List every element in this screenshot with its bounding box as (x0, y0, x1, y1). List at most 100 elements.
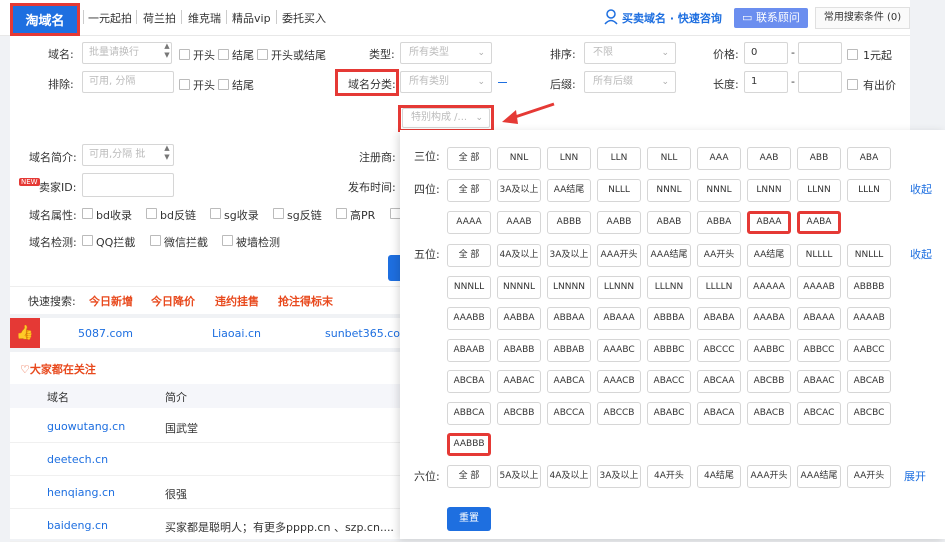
intro-input[interactable]: 可用,分隔 批 (82, 144, 174, 166)
length-min-input[interactable]: 1 (744, 71, 788, 93)
option-four-button[interactable]: ABAB (647, 210, 691, 234)
contact-consultant-button[interactable]: ▭ 联系顾问 (734, 8, 808, 28)
price-max-input[interactable] (798, 42, 842, 64)
option-six-button[interactable]: AAA结尾 (797, 465, 841, 488)
option-five-button[interactable]: AAABA (747, 307, 791, 330)
option-four-button[interactable]: AAAA (447, 210, 491, 234)
option-four-button[interactable]: LNNN (747, 179, 791, 202)
option-five-button[interactable]: ABBBB (847, 275, 891, 299)
option-three-button[interactable]: AAB (747, 147, 791, 170)
option-five-button[interactable]: AAA结尾 (647, 244, 691, 267)
option-five-button[interactable]: AAAAB (847, 307, 891, 330)
option-five-button[interactable]: ABCCB (597, 401, 641, 425)
has-price-checkbox[interactable] (847, 79, 858, 90)
expand-six-link[interactable]: 展开 (904, 468, 926, 484)
option-five-button[interactable]: ABACB (747, 401, 791, 425)
option-five-button[interactable]: AA结尾 (747, 244, 791, 267)
option-four-button[interactable]: 全 部 (447, 179, 491, 202)
option-five-button[interactable]: AABCC (847, 338, 891, 362)
nav-one-yuan[interactable]: 一元起拍 (88, 10, 132, 26)
option-five-button[interactable]: ABCBA (447, 370, 491, 393)
category-select[interactable]: 所有类别 ⌄ (400, 71, 492, 93)
option-five-button[interactable]: ABABB (497, 338, 541, 362)
option-four-button[interactable]: NNNL (647, 179, 691, 202)
row-domain[interactable]: baideng.cn (47, 519, 108, 532)
option-four-button[interactable]: ABAA (747, 210, 791, 234)
nav-premium-vip[interactable]: 精品vip (232, 10, 271, 26)
search-button[interactable] (388, 255, 400, 281)
option-six-button[interactable]: 4A开头 (647, 465, 691, 488)
option-five-button[interactable]: ABAAA (597, 307, 641, 330)
option-five-button[interactable]: ABCAC (797, 401, 841, 425)
sg-index-checkbox[interactable] (210, 208, 221, 219)
wechat-block-checkbox[interactable] (150, 235, 161, 246)
option-five-button[interactable]: AABBA (497, 307, 541, 330)
bd-index-checkbox[interactable] (82, 208, 93, 219)
option-five-button[interactable]: AAACB (597, 370, 641, 393)
row-domain[interactable]: deetech.cn (47, 453, 108, 466)
option-four-button[interactable]: LLLN (847, 179, 891, 202)
option-four-button[interactable]: ABBB (547, 210, 591, 234)
domain-input[interactable]: 批量请换行 (82, 42, 172, 64)
option-five-button[interactable]: ABAAA (797, 307, 841, 330)
option-five-button[interactable]: 全 部 (447, 244, 491, 267)
collapse-five-link[interactable]: 收起 (910, 246, 932, 262)
buy-sell-consult-text[interactable]: 买卖域名 · 快速咨询 (622, 10, 722, 26)
option-five-button[interactable]: ABABA (697, 307, 741, 330)
option-five-button[interactable]: LLLNN (647, 275, 691, 299)
gfw-check-checkbox[interactable] (222, 235, 233, 246)
one-yuan-checkbox[interactable] (847, 49, 858, 60)
quick-today-price-drop[interactable]: 今日降价 (151, 293, 195, 309)
option-three-button[interactable]: NNL (497, 147, 541, 170)
row-domain[interactable]: henqiang.cn (47, 486, 115, 499)
option-five-button[interactable]: AAA开头 (597, 244, 641, 267)
quick-default-resale[interactable]: 违约挂售 (215, 293, 259, 309)
option-four-button[interactable]: AABB (597, 210, 641, 234)
special-composition-select[interactable]: 特别构成 /... ⌄ (402, 108, 490, 128)
sort-select[interactable]: 不限 ⌄ (584, 42, 676, 64)
option-six-button[interactable]: 全 部 (447, 465, 491, 488)
option-six-button[interactable]: AAA开头 (747, 465, 791, 488)
qq-block-checkbox[interactable] (82, 235, 93, 246)
option-five-button[interactable]: ABBCC (797, 338, 841, 362)
option-five-button[interactable]: AAABC (597, 338, 641, 362)
option-five-button[interactable]: AAAAB (797, 275, 841, 299)
option-five-button[interactable]: ABABC (647, 401, 691, 425)
option-five-button[interactable]: NNNNL (497, 275, 541, 299)
option-four-button[interactable]: 3A及以上 (497, 179, 541, 202)
quick-today-new[interactable]: 今日新增 (89, 293, 133, 309)
option-three-button[interactable]: LNN (547, 147, 591, 170)
quick-snatch-end[interactable]: 抢注得标末 (278, 293, 333, 309)
option-five-button[interactable]: ABACA (697, 401, 741, 425)
suffix-select[interactable]: 所有后缀 ⌄ (584, 71, 676, 93)
option-five-button[interactable]: AABAC (497, 370, 541, 393)
option-five-button[interactable]: ABBCA (447, 401, 491, 425)
option-five-button[interactable]: AABCA (547, 370, 591, 393)
nav-dutch-auction[interactable]: 荷兰拍 (143, 10, 176, 26)
option-five-button[interactable]: ABBBC (647, 338, 691, 362)
start-or-end-checkbox[interactable] (257, 49, 268, 60)
option-five-button[interactable]: AA开头 (697, 244, 741, 267)
option-five-button[interactable]: 4A及以上 (497, 244, 541, 267)
option-six-button[interactable]: 4A及以上 (547, 465, 591, 488)
length-max-input[interactable] (798, 71, 842, 93)
option-five-button[interactable]: ABAAC (797, 370, 841, 393)
option-five-button[interactable]: NNNLL (447, 275, 491, 299)
option-four-button[interactable]: NLLL (597, 179, 641, 202)
common-search-conditions[interactable]: 常用搜索条件 (0) (815, 7, 910, 29)
option-four-button[interactable]: ABBA (697, 210, 741, 234)
option-five-button[interactable]: 3A及以上 (547, 244, 591, 267)
link-item[interactable]: sunbet365.co (325, 327, 400, 340)
seller-id-input[interactable] (82, 173, 174, 197)
exclude-input[interactable]: 可用, 分隔 (82, 71, 174, 93)
intro-scroll-icon[interactable]: ▲ ▼ (162, 144, 172, 166)
option-six-button[interactable]: 5A及以上 (497, 465, 541, 488)
option-four-button[interactable]: AAAB (497, 210, 541, 234)
domain-scroll-icon[interactable]: ▲ ▼ (162, 42, 172, 64)
option-five-button[interactable]: ABCBC (847, 401, 891, 425)
exclude-end-checkbox[interactable] (218, 79, 229, 90)
nav-entrust-buy[interactable]: 委托买入 (282, 10, 326, 26)
option-three-button[interactable]: NLL (647, 147, 691, 170)
sg-backlink-checkbox[interactable] (273, 208, 284, 219)
option-five-button[interactable]: AAAAA (747, 275, 791, 299)
